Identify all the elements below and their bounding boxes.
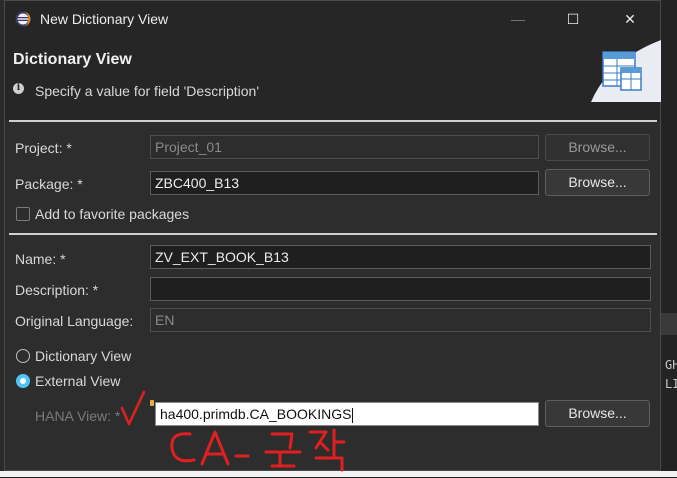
external-view-radio-label[interactable]: External View: [35, 373, 120, 389]
name-label: Name: *: [15, 251, 66, 267]
background-editor-text: GH LI: [665, 358, 677, 391]
project-field[interactable]: Project_01: [150, 135, 539, 159]
new-dictionary-view-dialog: New Dictionary View — ☐ ✕ Dictionary Vie…: [4, 0, 661, 472]
header-separator: [9, 120, 657, 122]
description-label: Description: *: [15, 282, 99, 298]
project-browse-button[interactable]: Browse...: [545, 134, 650, 161]
package-browse-button[interactable]: Browse...: [545, 169, 650, 196]
handwritten-annotation: [120, 390, 346, 472]
dictionary-view-wizard-icon: [591, 40, 661, 102]
background-editor-bar: [661, 313, 677, 335]
hana-view-browse-button[interactable]: Browse...: [545, 400, 650, 427]
favorite-packages-label[interactable]: Add to favorite packages: [35, 206, 189, 222]
eclipse-app-icon: [15, 11, 31, 27]
wizard-message: Specify a value for field 'Description': [35, 83, 260, 99]
wizard-header: Dictionary View i Specify a value for fi…: [5, 37, 661, 121]
package-label: Package: *: [15, 176, 83, 192]
window-title: New Dictionary View: [40, 11, 169, 27]
info-icon: i: [13, 83, 24, 94]
favorite-packages-checkbox[interactable]: [16, 207, 30, 221]
background-editor-right: GH LI: [661, 0, 677, 477]
dictionary-view-radio[interactable]: [16, 349, 30, 363]
section-separator: [9, 233, 657, 235]
maximize-button[interactable]: ☐: [550, 5, 596, 33]
original-language-field[interactable]: EN: [150, 308, 651, 332]
close-button[interactable]: ✕: [607, 5, 653, 33]
package-field[interactable]: ZBC400_B13: [150, 171, 539, 195]
dictionary-view-radio-label[interactable]: Dictionary View: [35, 348, 131, 364]
wizard-page-title: Dictionary View: [13, 51, 132, 68]
minimize-button[interactable]: —: [495, 5, 541, 33]
title-bar[interactable]: New Dictionary View — ☐ ✕: [5, 1, 660, 37]
hana-view-label: HANA View: *: [35, 408, 121, 424]
external-view-radio[interactable]: [16, 374, 30, 388]
project-label: Project: *: [15, 140, 72, 156]
description-field[interactable]: [150, 277, 651, 301]
name-field[interactable]: ZV_EXT_BOOK_B13: [150, 245, 651, 269]
original-language-label: Original Language:: [15, 313, 134, 329]
